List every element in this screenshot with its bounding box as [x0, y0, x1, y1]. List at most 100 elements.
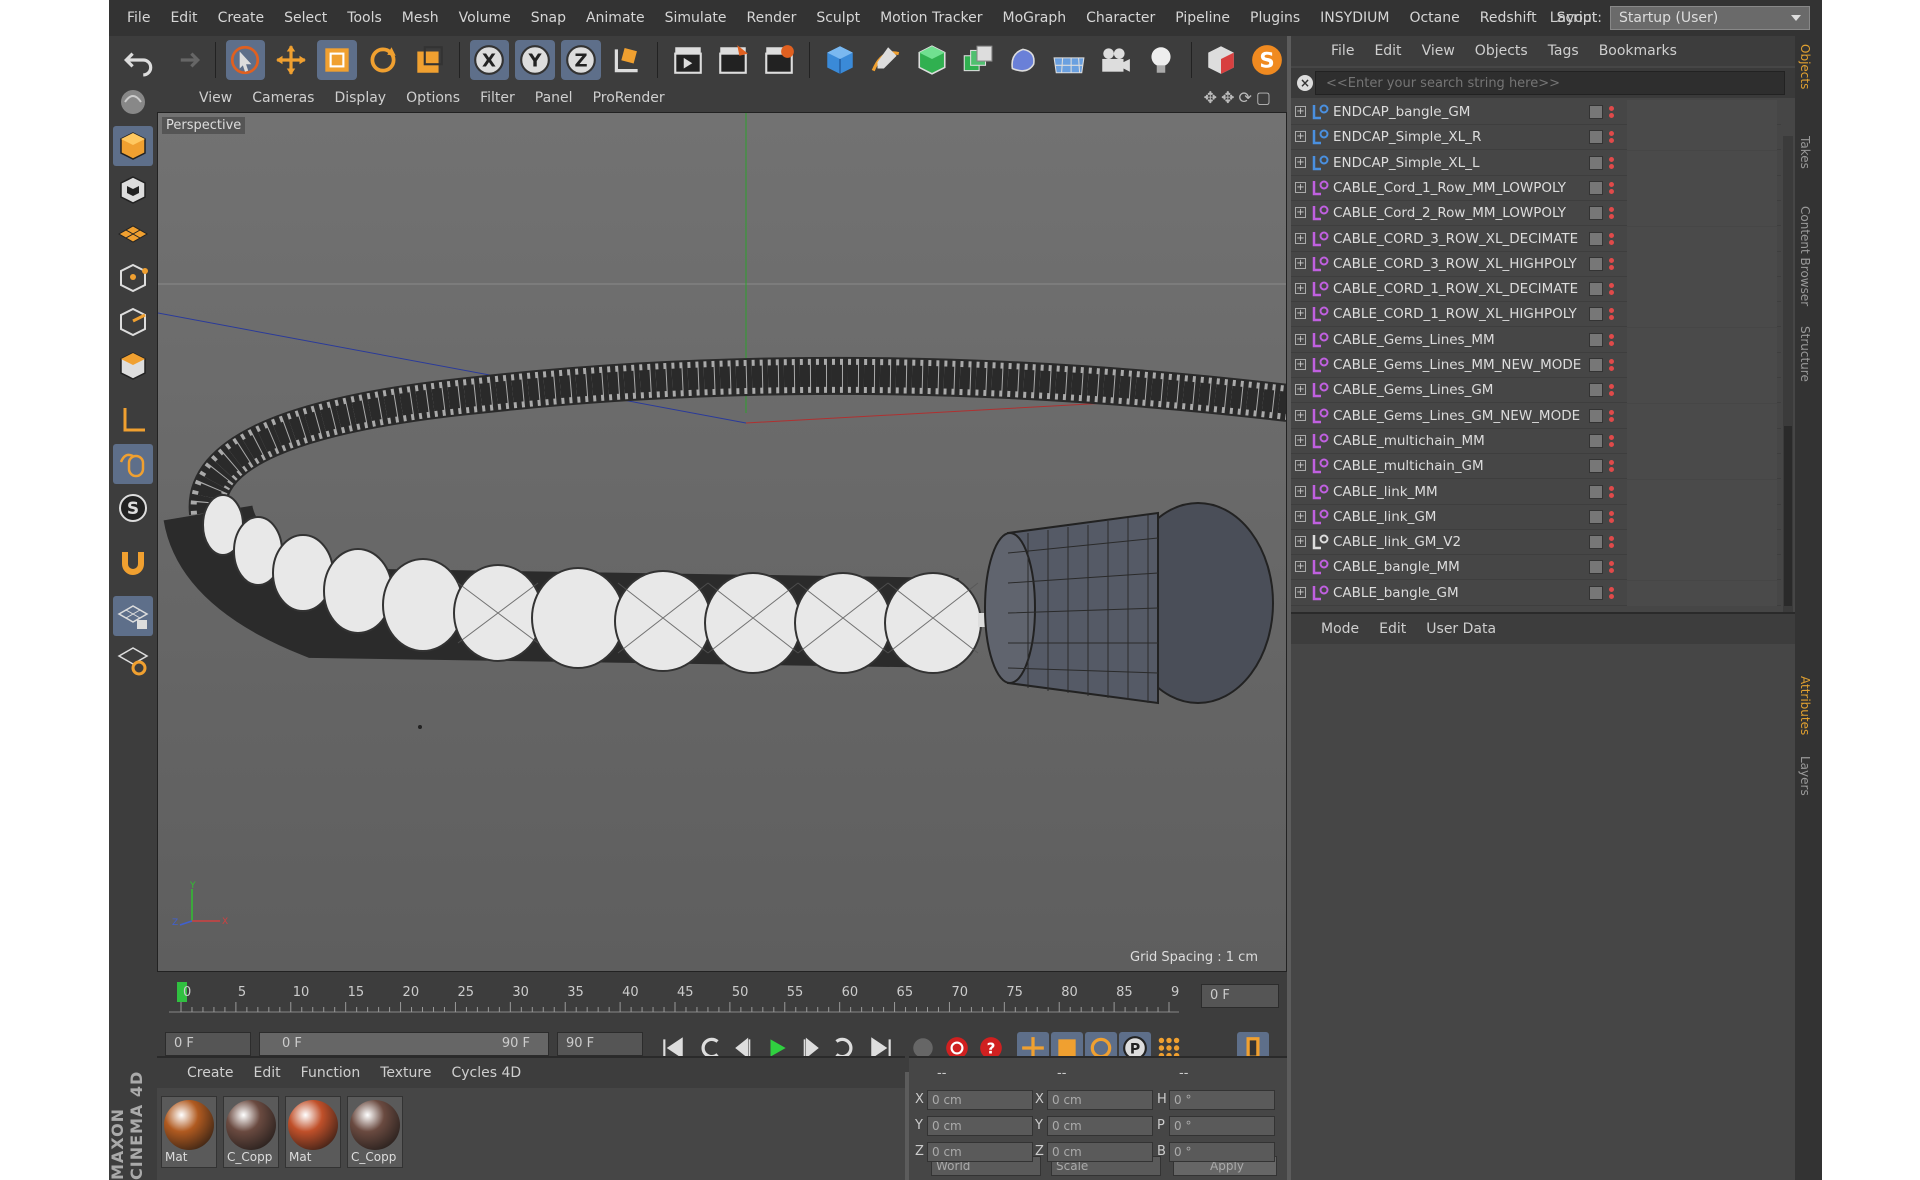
menu-character[interactable]: Character	[1076, 0, 1165, 36]
render-editor-dots-icon[interactable]	[1609, 281, 1615, 299]
attribute-menu-mode[interactable]: Mode	[1311, 621, 1369, 637]
viewport-menu-filter[interactable]: Filter	[470, 90, 525, 106]
rotate-button[interactable]	[363, 40, 403, 80]
expand-toggle-icon[interactable]: +	[1295, 308, 1306, 320]
redshift-render-button[interactable]	[1202, 40, 1242, 80]
menu-edit[interactable]: Edit	[160, 0, 207, 36]
render-editor-dots-icon[interactable]	[1609, 306, 1615, 324]
render-editor-dots-icon[interactable]	[1609, 534, 1615, 552]
object-row[interactable]: + ENDCAP_Simple_XL_L	[1291, 150, 1781, 176]
menu-mograph[interactable]: MoGraph	[993, 0, 1077, 36]
viewport-nav-icons[interactable]: ✥✥⟳▢	[1204, 88, 1275, 107]
render-editor-dots-icon[interactable]	[1609, 559, 1615, 577]
expand-toggle-icon[interactable]: +	[1295, 460, 1306, 472]
coord-value-field[interactable]: 0 cm	[1047, 1142, 1153, 1162]
last-tool-button[interactable]	[409, 40, 449, 80]
render-editor-dots-icon[interactable]	[1609, 129, 1615, 147]
visibility-toggle-icon[interactable]	[1589, 155, 1603, 170]
menu-volume[interactable]: Volume	[449, 0, 521, 36]
visibility-toggle-icon[interactable]	[1589, 383, 1603, 398]
expand-toggle-icon[interactable]: +	[1295, 485, 1306, 497]
object-menu-file[interactable]: File	[1321, 43, 1364, 59]
object-row[interactable]: + ENDCAP_Simple_XL_R	[1291, 125, 1781, 151]
pen-spline-button[interactable]	[866, 40, 906, 80]
visibility-toggle-icon[interactable]	[1589, 105, 1603, 119]
object-row[interactable]: + ENDCAP_bangle_GM	[1291, 100, 1781, 125]
menu-tools[interactable]: Tools	[337, 0, 392, 36]
search-close-icon[interactable]: ×	[1297, 75, 1313, 91]
menu-octane[interactable]: Octane	[1399, 0, 1469, 36]
y-axis-button[interactable]: Y	[515, 40, 556, 80]
viewport-menu-prorender[interactable]: ProRender	[583, 90, 675, 106]
viewport-menu-cameras[interactable]: Cameras	[242, 90, 324, 106]
locked-workplane-button[interactable]	[113, 596, 153, 636]
object-menu-view[interactable]: View	[1412, 43, 1465, 59]
expand-toggle-icon[interactable]: +	[1295, 131, 1306, 143]
menu-sculpt[interactable]: Sculpt	[806, 0, 870, 36]
object-menu-objects[interactable]: Objects	[1465, 43, 1538, 59]
render-editor-dots-icon[interactable]	[1609, 332, 1615, 350]
expand-toggle-icon[interactable]: +	[1295, 510, 1306, 522]
object-row[interactable]: + CABLE_Gems_Lines_MM_NEW_MODEL	[1291, 353, 1781, 378]
z-axis-button[interactable]: Z	[561, 40, 601, 80]
render-editor-dots-icon[interactable]	[1609, 509, 1615, 527]
object-row[interactable]: + CABLE_CORD_3_ROW_XL_HIGHPOLY	[1291, 251, 1781, 277]
expand-toggle-icon[interactable]: +	[1295, 434, 1306, 446]
undo-button[interactable]	[119, 40, 159, 80]
render-view-button[interactable]	[668, 40, 708, 80]
viewport-menu-panel[interactable]: Panel	[525, 90, 583, 106]
expand-toggle-icon[interactable]: +	[1295, 181, 1306, 193]
render-editor-dots-icon[interactable]	[1609, 357, 1615, 375]
render-editor-dots-icon[interactable]	[1609, 585, 1615, 603]
axis-mode-button[interactable]	[113, 400, 153, 440]
coord-value-field[interactable]: 0 °	[1169, 1142, 1275, 1162]
coord-value-field[interactable]: 0 °	[1169, 1116, 1275, 1136]
visibility-toggle-icon[interactable]	[1589, 332, 1603, 347]
light-button[interactable]	[1141, 40, 1181, 80]
menu-redshift[interactable]: Redshift	[1470, 0, 1547, 36]
viewport-perspective[interactable]: Perspective Y X Z Grid Spacing : 1 cm	[157, 112, 1287, 972]
frame-ruler[interactable]: 0 5 10 15 20 25 30 35 40 45 50 55 60 65 70 75 80 85 90	[169, 978, 1179, 1014]
solo-mode-button[interactable]: S	[113, 488, 153, 528]
live-selection-button[interactable]	[225, 40, 266, 80]
side-tab-attributes[interactable]: Attributes	[1798, 676, 1812, 735]
render-editor-dots-icon[interactable]	[1609, 433, 1615, 451]
object-row[interactable]: + CABLE_CORD_1_ROW_XL_HIGHPOLY	[1291, 302, 1781, 328]
render-to-picture-viewer-button[interactable]	[714, 40, 754, 80]
material-menu-function[interactable]: Function	[291, 1065, 371, 1081]
visibility-toggle-icon[interactable]	[1589, 256, 1603, 271]
coord-value-field[interactable]: 0 cm	[1047, 1090, 1153, 1110]
material-swatch[interactable]: Mat	[285, 1096, 341, 1168]
expand-toggle-icon[interactable]: +	[1295, 283, 1306, 295]
visibility-toggle-icon[interactable]	[1589, 206, 1603, 221]
expand-toggle-icon[interactable]: +	[1295, 106, 1306, 117]
coord-value-field[interactable]: 0 cm	[927, 1142, 1033, 1162]
render-editor-dots-icon[interactable]	[1609, 155, 1615, 173]
visibility-toggle-icon[interactable]	[1589, 282, 1603, 297]
coord-value-field[interactable]: 0 °	[1169, 1090, 1275, 1110]
object-row[interactable]: + CABLE_Gems_Lines_MM	[1291, 327, 1781, 353]
object-row[interactable]: + CABLE_CORD_3_ROW_XL_DECIMATE	[1291, 226, 1781, 252]
visibility-toggle-icon[interactable]	[1589, 535, 1603, 550]
object-row[interactable]: + CABLE_Cord_2_Row_MM_LOWPOLY	[1291, 201, 1781, 227]
coordinate-system-button[interactable]	[607, 40, 647, 80]
material-menu-texture[interactable]: Texture	[370, 1065, 441, 1081]
menu-insydium[interactable]: INSYDIUM	[1310, 0, 1399, 36]
expand-toggle-icon[interactable]: +	[1295, 561, 1306, 573]
object-search-input[interactable]	[1315, 71, 1785, 95]
menu-snap[interactable]: Snap	[521, 0, 576, 36]
visibility-toggle-icon[interactable]	[1589, 433, 1603, 448]
plugin-s-button[interactable]: S	[1247, 40, 1287, 80]
render-editor-dots-icon[interactable]	[1609, 458, 1615, 476]
menu-mesh[interactable]: Mesh	[392, 0, 449, 36]
start-frame-field[interactable]: 0 F	[165, 1032, 251, 1056]
side-tab-takes[interactable]: Takes	[1798, 136, 1812, 169]
visibility-toggle-icon[interactable]	[1589, 509, 1603, 524]
object-menu-edit[interactable]: Edit	[1364, 43, 1411, 59]
expand-toggle-icon[interactable]: +	[1295, 257, 1306, 269]
menu-render[interactable]: Render	[737, 0, 807, 36]
array-button[interactable]	[958, 40, 998, 80]
visibility-toggle-icon[interactable]	[1589, 130, 1603, 145]
object-row[interactable]: + CABLE_bangle_MM	[1291, 555, 1781, 581]
expand-toggle-icon[interactable]: +	[1295, 232, 1306, 244]
